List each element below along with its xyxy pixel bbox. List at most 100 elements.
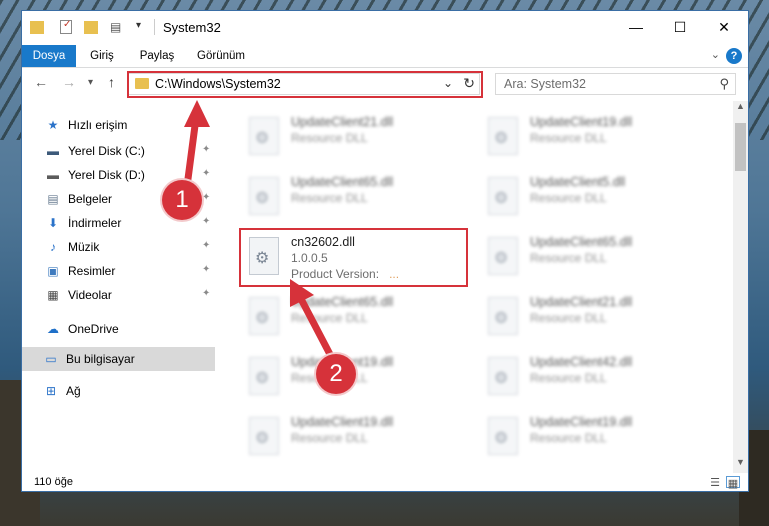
file-item[interactable]: ⚙UpdateClient19.dllResource DLL xyxy=(241,351,471,403)
details-view-icon[interactable]: ☰ xyxy=(708,476,722,489)
properties-icon[interactable]: ✓ xyxy=(60,19,72,34)
file-item[interactable]: ⚙UpdateClient19.dllResource DLL xyxy=(480,411,710,463)
tab-gorunum[interactable]: Görünüm xyxy=(190,45,252,67)
dll-file-icon: ⚙ xyxy=(249,417,279,455)
help-icon[interactable]: ? xyxy=(726,48,742,64)
pin-icon[interactable]: ✦ xyxy=(202,264,210,275)
tab-paylas[interactable]: Paylaş xyxy=(132,45,182,67)
pin-icon[interactable]: ✦ xyxy=(202,288,210,299)
sidebar-item[interactable]: ☁ OneDrive xyxy=(22,317,215,341)
ribbon-expand-icon[interactable]: ⌄ xyxy=(711,48,720,61)
chevron-down-icon[interactable]: ▾ xyxy=(136,20,141,38)
file-description: Resource DLL xyxy=(291,431,368,445)
file-description: Resource DLL xyxy=(530,131,607,145)
file-list: ⚙ UpdateClient21.dll Resource DLL ⚙ UpdateCl… xyxy=(215,101,733,473)
file-description: Resource DLL xyxy=(530,251,607,265)
ribbon-tabs: Dosya Giriş Paylaş Görünüm ⌄ ? xyxy=(22,45,748,68)
file-item[interactable]: ⚙ UpdateClient65.dll Resource DLL xyxy=(241,171,471,223)
gear-icon: ⚙ xyxy=(255,430,270,447)
recent-locations-icon[interactable]: ▾ xyxy=(88,77,93,97)
step-badge-1: 1 xyxy=(162,180,202,220)
step-badge-2: 2 xyxy=(316,354,356,394)
onedrive-icon: ☁ xyxy=(47,322,59,336)
pin-icon[interactable]: ✦ xyxy=(202,192,210,203)
sidebar-item-label: Ağ xyxy=(66,384,81,398)
sidebar-item-label: Videolar xyxy=(68,288,112,302)
sidebar-item-label: Yerel Disk (C:) xyxy=(68,144,145,158)
search-icon[interactable]: ⚲ xyxy=(719,76,729,92)
gear-icon: ⚙ xyxy=(494,130,509,147)
title-bar: ✓ ▤ ▾ System32 — ☐ ✕ xyxy=(22,11,748,45)
close-button[interactable]: ✕ xyxy=(702,11,746,43)
scroll-thumb[interactable] xyxy=(735,123,746,171)
videos-icon: ▦ xyxy=(47,288,59,302)
minimize-button[interactable]: — xyxy=(614,11,658,43)
file-item[interactable]: ⚙ UpdateClient65.dll Resource DLL xyxy=(241,291,471,343)
documents-icon: ▤ xyxy=(47,192,59,206)
file-item[interactable]: ⚙ UpdateClient19.dll Resource DLL xyxy=(241,411,471,463)
item-count: 110 öğe xyxy=(34,476,73,488)
gear-icon: ⚙ xyxy=(494,430,509,447)
sidebar-item[interactable]: ▦ Videolar ✦ xyxy=(22,283,215,307)
tab-dosya[interactable]: Dosya xyxy=(22,45,76,67)
dll-file-icon: ⚙ xyxy=(249,117,279,155)
status-bar: 110 öğe ☰ ▦ xyxy=(22,473,748,491)
sidebar-item[interactable]: ⊞ Ağ xyxy=(22,379,215,403)
star-icon: ★ xyxy=(47,118,59,132)
file-name: UpdateClient65.dll xyxy=(291,295,394,309)
window-title: System32 xyxy=(163,20,221,35)
dll-file-icon: ⚙ xyxy=(488,297,518,335)
search-input[interactable]: Ara: System32 ⚲ xyxy=(495,73,736,95)
dll-file-icon: ⚙ xyxy=(488,117,518,155)
dll-file-icon: ⚙ xyxy=(249,297,279,335)
file-item[interactable]: ⚙ UpdateClient21.dll Resource DLL xyxy=(480,291,710,343)
download-icon: ⬇ xyxy=(47,216,59,230)
view-options-icon[interactable]: ▤ xyxy=(110,20,124,34)
gear-icon: ⚙ xyxy=(255,310,270,327)
sidebar-item[interactable]: ▬ Yerel Disk (C:) ✦ xyxy=(22,139,215,163)
file-description: Resource DLL xyxy=(291,311,368,325)
forward-arrow-icon[interactable]: → xyxy=(62,74,76,94)
file-description: Resource DLL xyxy=(530,311,607,325)
sidebar-item[interactable]: ▭ Bu bilgisayar xyxy=(22,347,215,371)
gear-icon: ⚙ xyxy=(494,370,509,387)
file-item[interactable]: ⚙ UpdateClient5.dll Resource DLL xyxy=(480,171,710,223)
file-description: Resource DLL xyxy=(530,431,607,445)
pin-icon[interactable]: ✦ xyxy=(202,240,210,251)
title-divider xyxy=(154,19,155,35)
sidebar-item[interactable]: ▣ Resimler ✦ xyxy=(22,259,215,283)
folder-icon xyxy=(30,21,44,34)
pin-icon[interactable]: ✦ xyxy=(202,168,210,179)
maximize-button[interactable]: ☐ xyxy=(658,11,702,43)
up-arrow-icon[interactable]: ↑ xyxy=(108,74,115,94)
sidebar-item-label: Belgeler xyxy=(68,192,113,206)
file-item[interactable]: ⚙ UpdateClient42.dll Resource DLL xyxy=(480,351,710,403)
network-icon: ⊞ xyxy=(45,384,57,398)
vertical-scrollbar[interactable]: ▲ ▼ xyxy=(733,101,748,473)
sidebar-item[interactable]: ♪ Müzik ✦ xyxy=(22,235,215,259)
file-name: UpdateClient19.dll xyxy=(291,415,394,429)
file-item[interactable]: ⚙UpdateClient19.dllResource DLL xyxy=(480,111,710,163)
scroll-down-icon[interactable]: ▼ xyxy=(733,457,748,473)
tiles-view-icon[interactable]: ▦ xyxy=(726,476,740,490)
address-highlight xyxy=(127,71,483,98)
new-folder-icon[interactable] xyxy=(84,21,98,34)
file-item[interactable]: ⚙ UpdateClient65.dll Resource DLL xyxy=(480,231,710,283)
tab-giris[interactable]: Giriş xyxy=(82,45,122,67)
file-name: UpdateClient21.dll xyxy=(291,115,394,129)
music-icon: ♪ xyxy=(50,240,56,254)
file-description: Resource DLL xyxy=(530,371,607,385)
back-arrow-icon[interactable]: ← xyxy=(34,74,48,94)
computer-icon: ▭ xyxy=(45,352,57,366)
file-description: Resource DLL xyxy=(530,191,607,205)
pin-icon[interactable]: ✦ xyxy=(202,144,210,155)
scroll-up-icon[interactable]: ▲ xyxy=(733,101,748,117)
gear-icon: ⚙ xyxy=(255,130,270,147)
file-item[interactable]: ⚙ UpdateClient21.dll Resource DLL xyxy=(241,111,471,163)
file-highlight xyxy=(239,228,468,287)
sidebar-item-label: OneDrive xyxy=(68,322,119,336)
dll-file-icon: ⚙ xyxy=(488,177,518,215)
pin-icon[interactable]: ✦ xyxy=(202,216,210,227)
sidebar-item[interactable]: ★ Hızlı erişim xyxy=(22,113,215,137)
sidebar-item-label: Yerel Disk (D:) xyxy=(68,168,145,182)
